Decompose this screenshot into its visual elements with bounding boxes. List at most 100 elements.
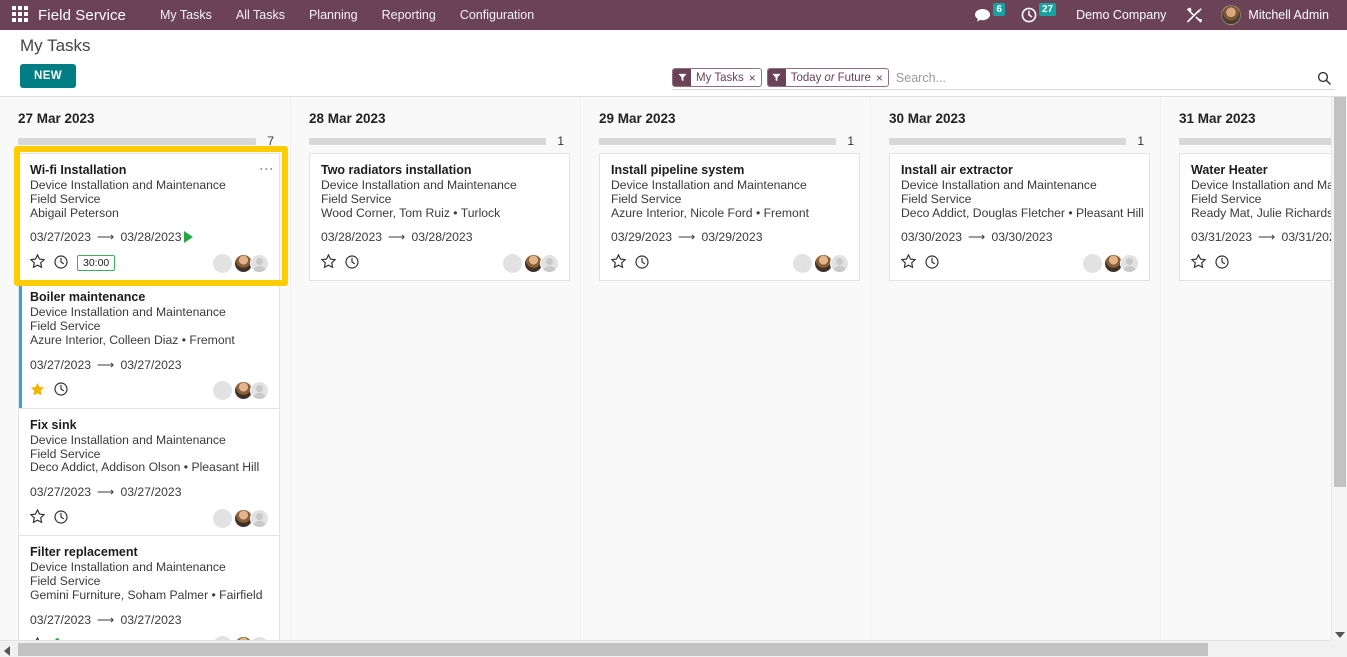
card-title: Wi-fi Installation [30, 163, 127, 177]
kanban-column-header[interactable]: 30 Mar 2023 1 [871, 97, 1160, 148]
avatar-silhouette[interactable] [540, 253, 559, 273]
clock-icon[interactable] [345, 255, 359, 272]
clock-icon[interactable] [54, 255, 68, 272]
kanban-card[interactable]: Install air extractor Device Installatio… [889, 153, 1150, 282]
menu-planning[interactable]: Planning [297, 0, 370, 30]
star-icon[interactable] [29, 253, 46, 272]
play-icon[interactable] [184, 231, 194, 244]
avatar-silhouette[interactable] [250, 508, 269, 528]
kanban-column-header[interactable]: 28 Mar 2023 1 [291, 97, 580, 148]
clock-icon[interactable] [925, 255, 939, 272]
menu-configuration[interactable]: Configuration [448, 0, 546, 30]
menu-my-tasks[interactable]: My Tasks [148, 0, 224, 30]
card-menu-icon[interactable]: ⋮ [259, 162, 275, 176]
kanban-column-title: 27 Mar 2023 [18, 111, 95, 126]
card-partner: Azure Interior, Nicole Ford • Fremont [611, 205, 809, 220]
avatar-silhouette[interactable] [830, 253, 849, 273]
kanban-card[interactable]: Boiler maintenance Device Installation a… [18, 281, 280, 409]
avatar-placeholder[interactable] [503, 253, 522, 273]
clock-icon[interactable] [54, 382, 68, 399]
search-icon[interactable] [1309, 71, 1335, 85]
avatar-silhouette[interactable] [250, 381, 269, 401]
progressbar-track[interactable] [1179, 137, 1347, 145]
card-footer [29, 508, 269, 528]
vertical-scrollbar[interactable] [1331, 97, 1347, 640]
kanban-progressbar[interactable] [1179, 137, 1347, 145]
card-category: Field Service [30, 573, 101, 588]
chevron-left-icon[interactable] [4, 646, 10, 656]
progressbar-track[interactable] [889, 137, 1126, 145]
activities-button[interactable]: 27 [1015, 0, 1062, 30]
search-bar[interactable]: My Tasks × Today or Future × [672, 66, 1335, 90]
star-icon[interactable] [1190, 253, 1207, 272]
user-menu[interactable]: Mitchell Admin [1213, 5, 1333, 25]
card-date-end: 03/27/2023 [120, 612, 182, 627]
card-partner: Deco Addict, Addison Olson • Pleasant Hi… [30, 460, 260, 475]
arrow-right-icon: ⟶ [97, 230, 115, 245]
card-project: Device Installation and Maintenance [611, 178, 807, 192]
kanban-card[interactable]: Wi-fi Installation Device Installation a… [18, 153, 280, 282]
kanban-progressbar[interactable]: 1 [309, 134, 568, 148]
menu-all-tasks[interactable]: All Tasks [224, 0, 297, 30]
avatar-placeholder[interactable] [213, 508, 232, 528]
avatar-placeholder[interactable] [213, 253, 232, 273]
kanban-card[interactable]: Two radiators installation Device Instal… [309, 153, 570, 282]
kanban-column-header[interactable]: 27 Mar 2023 7 [0, 97, 290, 148]
progressbar-track[interactable] [599, 137, 836, 145]
progressbar-track[interactable] [309, 137, 546, 145]
clock-icon[interactable] [1215, 255, 1229, 272]
company-switcher[interactable]: Demo Company [1066, 8, 1176, 22]
new-button[interactable]: NEW [20, 64, 77, 88]
kanban-progressbar[interactable]: 7 [18, 134, 278, 148]
arrow-right-icon: ⟶ [1258, 230, 1276, 245]
card-category: Field Service [901, 191, 972, 206]
star-icon[interactable] [320, 253, 337, 272]
card-footer [900, 253, 1139, 273]
facet-my-tasks[interactable]: My Tasks × [672, 68, 762, 87]
card-dates: 03/31/2023 ⟶ 03/31/2023 [1191, 230, 1347, 244]
apps-menu-icon[interactable] [12, 6, 30, 24]
vertical-scrollbar-thumb[interactable] [1334, 97, 1346, 487]
progressbar-track[interactable] [18, 137, 256, 145]
card-partner: Ready Mat, Julie Richards • Tr [1191, 205, 1347, 220]
kanban-progressbar[interactable]: 1 [889, 134, 1148, 148]
menu-reporting[interactable]: Reporting [370, 0, 448, 30]
app-brand[interactable]: Field Service [38, 7, 126, 24]
horizontal-scrollbar[interactable] [0, 640, 1347, 657]
star-icon[interactable] [900, 253, 917, 272]
developer-tools-icon[interactable] [1180, 0, 1209, 30]
kanban-column-27-mar: 27 Mar 2023 7 Wi-fi Installation Device … [0, 97, 290, 657]
kanban-column-header[interactable]: 29 Mar 2023 1 [581, 97, 870, 148]
kanban-card[interactable]: Water Heater Device Installation and Mai… [1179, 153, 1347, 282]
avatar-silhouette[interactable] [1120, 253, 1139, 273]
kanban-card[interactable]: Fix sink Device Installation and Mainten… [18, 408, 280, 537]
card-dates: 03/27/2023 ⟶ 03/27/2023 [30, 485, 269, 499]
avatar-placeholder[interactable] [793, 253, 812, 273]
card-project: Device Installation and Maintenance [30, 305, 226, 320]
star-icon-filled[interactable] [30, 382, 45, 400]
card-dates: 03/30/2023 ⟶ 03/30/2023 [901, 230, 1139, 244]
clock-icon[interactable] [635, 255, 649, 272]
timer-display[interactable]: 30:00 [77, 255, 116, 272]
avatar-silhouette[interactable] [250, 253, 269, 273]
kanban-card[interactable]: Filter replacement Device Installation a… [18, 536, 280, 657]
close-icon[interactable]: × [749, 69, 761, 86]
star-icon[interactable] [29, 508, 46, 527]
kanban-progressbar[interactable]: 1 [599, 134, 858, 148]
horizontal-scrollbar-thumb[interactable] [18, 643, 1208, 656]
chevron-down-icon[interactable] [1335, 632, 1345, 638]
kanban-column-header[interactable]: 31 Mar 2023 [1161, 97, 1347, 145]
avatar-placeholder[interactable] [213, 381, 232, 401]
close-icon[interactable]: × [876, 69, 888, 86]
search-input[interactable] [893, 70, 1309, 85]
kanban-board[interactable]: 27 Mar 2023 7 Wi-fi Installation Device … [0, 97, 1347, 657]
card-project: Device Installation and Maintenance [30, 560, 226, 575]
star-icon[interactable] [610, 253, 627, 272]
messages-button[interactable]: 6 [968, 0, 1011, 30]
avatar-placeholder[interactable] [1083, 253, 1102, 273]
facet-today-or-future[interactable]: Today or Future × [766, 68, 889, 87]
kanban-card[interactable]: Install pipeline system Device Installat… [599, 153, 860, 282]
card-project: Device Installation and Maintenance [1191, 178, 1347, 192]
kanban-column-30-mar: 30 Mar 2023 1 Install air extractor Devi… [870, 97, 1160, 657]
clock-icon[interactable] [54, 510, 68, 527]
